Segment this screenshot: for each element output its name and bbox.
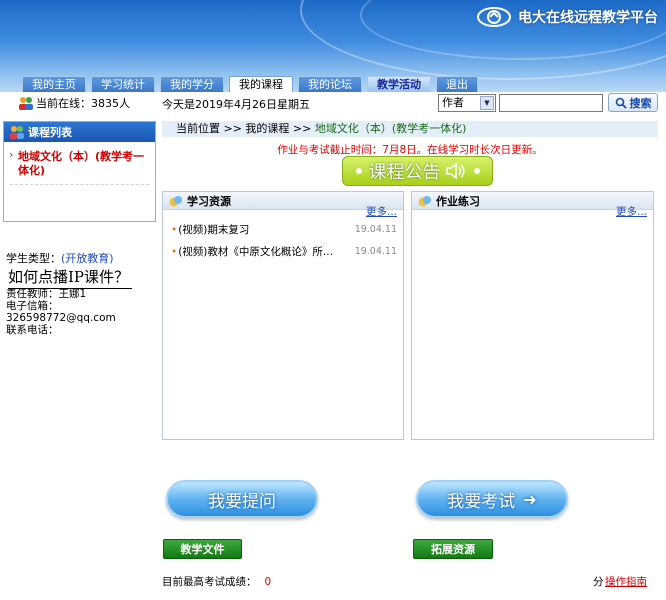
- date-text: 今天是2019年4月26日星期五: [162, 98, 310, 111]
- howto-link[interactable]: 如何点播IP课件？: [8, 266, 132, 289]
- search-input[interactable]: [499, 94, 603, 112]
- email-label: 电子信箱：: [6, 300, 59, 312]
- search-button[interactable]: 搜索: [608, 93, 658, 112]
- arrow-right-icon: ➜: [523, 489, 537, 509]
- tab-credits[interactable]: 我的学分: [160, 76, 224, 92]
- course-list-header: 课程列表: [4, 122, 155, 142]
- resources-panel: 学习资源 更多... (视频)期末复习 19.04.11 (视频)教材《中原文化…: [162, 191, 404, 440]
- course-announcement-button[interactable]: 课程公告: [342, 156, 493, 186]
- extended-resources-button[interactable]: 拓展资源: [413, 539, 493, 559]
- student-type-value[interactable]: (开放教育): [61, 252, 114, 265]
- resources-title: 学习资源: [187, 194, 231, 208]
- user-guide-link[interactable]: 操作指南: [605, 574, 647, 589]
- divider: [10, 184, 149, 185]
- online-count: 当前在线：3835人: [18, 95, 130, 111]
- announcement-label: 课程公告: [368, 162, 441, 183]
- resource-title[interactable]: (视频)期末复习: [171, 222, 249, 244]
- homework-panel: 作业练习 更多...: [411, 191, 654, 440]
- score-label: 目前最高考试成绩：: [162, 576, 257, 588]
- tab-forum[interactable]: 我的论坛: [298, 76, 362, 92]
- folder-icon: [418, 195, 431, 206]
- homework-title: 作业练习: [436, 194, 480, 208]
- breadcrumb-prefix: 当前位置 >> 我的课程 >>: [176, 122, 315, 135]
- list-item[interactable]: (视频)期末复习 19.04.11: [163, 222, 403, 244]
- course-list-title: 课程列表: [28, 126, 72, 139]
- search-field-select[interactable]: 作者 ▼: [438, 94, 496, 112]
- users-icon: [19, 97, 33, 110]
- resource-title[interactable]: (视频)教材《中原文化概论》所...: [171, 244, 333, 266]
- brand-title: 电大在线远程教学平台: [518, 10, 658, 26]
- teacher-name: 责任教师：王娜1: [6, 288, 87, 300]
- tab-logout[interactable]: 退出: [436, 76, 478, 92]
- list-item[interactable]: (视频)教材《中原文化概论》所... 19.04.11: [163, 244, 403, 266]
- deadline-notice: 作业与考试截止时间：7月8日。在线学习时长次日更新。: [277, 144, 543, 156]
- users-icon: [10, 126, 24, 139]
- homework-more-link[interactable]: 更多...: [616, 204, 647, 219]
- score-info: 目前最高考试成绩： 0: [162, 574, 271, 589]
- resources-header: 学习资源 更多...: [163, 192, 403, 218]
- brand-logo-icon: [477, 7, 511, 27]
- resources-list: (视频)期末复习 19.04.11 (视频)教材《中原文化概论》所... 19.…: [163, 222, 403, 266]
- tab-home[interactable]: 我的主页: [22, 76, 86, 92]
- resource-date: 19.04.11: [354, 246, 397, 257]
- tab-my-courses[interactable]: 我的课程: [229, 76, 293, 92]
- score-value: 0: [264, 576, 272, 588]
- main-nav: 我的主页 学习统计 我的学分 我的课程 我的论坛 教学活动 退出: [22, 76, 483, 92]
- course-item[interactable]: 地域文化（本）(教学考一体化): [4, 142, 155, 178]
- teaching-docs-button[interactable]: 教学文件: [163, 539, 242, 559]
- email-value: 326598772@qq.com: [6, 312, 116, 324]
- course-list: 课程列表 地域文化（本）(教学考一体化): [3, 121, 156, 222]
- dot-icon: [355, 168, 362, 174]
- tab-statistics[interactable]: 学习统计: [91, 76, 155, 92]
- take-exam-button[interactable]: 我要考试 ➜: [416, 480, 568, 518]
- breadcrumb: 当前位置 >> 我的课程 >> 地域文化（本）(教学考一体化): [162, 121, 658, 137]
- breadcrumb-current: 地域文化（本）(教学考一体化): [314, 122, 467, 135]
- student-type-label: 学生类型：: [6, 252, 61, 265]
- ask-question-button[interactable]: 我要提问: [166, 480, 318, 518]
- ask-question-label: 我要提问: [208, 491, 276, 512]
- search-button-label: 搜索: [629, 96, 652, 110]
- student-type: 学生类型：(开放教育): [6, 250, 114, 266]
- speaker-icon: [445, 162, 465, 180]
- take-exam-label: 我要考试: [447, 491, 516, 512]
- tab-activities[interactable]: 教学活动: [367, 76, 431, 92]
- brand: 电大在线远程教学平台: [476, 2, 658, 32]
- homework-header: 作业练习 更多...: [412, 192, 653, 218]
- teacher-info: 责任教师：王娜1 电子信箱： 326598772@qq.com 联系电话：: [6, 288, 116, 336]
- score-unit: 分: [593, 576, 604, 588]
- search-icon: [615, 97, 627, 109]
- resource-date: 19.04.11: [354, 224, 397, 235]
- phone-label: 联系电话：: [6, 324, 59, 336]
- dot-icon: [473, 168, 480, 174]
- chevron-down-icon[interactable]: ▼: [480, 96, 494, 110]
- folder-icon: [169, 195, 182, 206]
- search-field-value: 作者: [442, 96, 464, 109]
- online-text: 当前在线：3835人: [36, 97, 130, 110]
- resources-more-link[interactable]: 更多...: [366, 204, 397, 219]
